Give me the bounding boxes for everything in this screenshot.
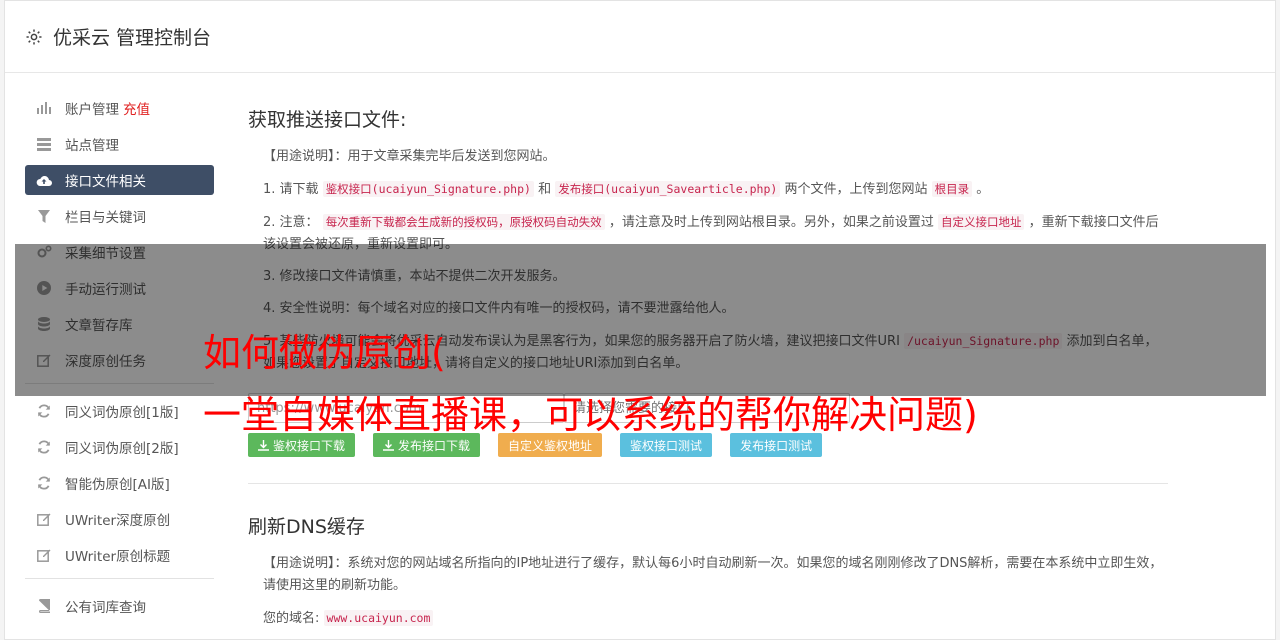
button-label: 鉴权接口下载 [273, 438, 346, 453]
step-text: 两个文件，上传到您网站 [784, 182, 928, 197]
bar-chart-icon [36, 100, 52, 116]
edit-icon [36, 547, 52, 563]
sidebar-item-synonym-v1[interactable]: 同义词伪原创[1版] [25, 396, 214, 426]
sidebar-divider [25, 578, 214, 579]
sidebar-item-label: 栏目与关键词 [65, 210, 146, 226]
section-divider [248, 483, 1168, 484]
sidebar-item-sites[interactable]: 站点管理 [25, 129, 214, 159]
step-text: 。 [976, 182, 990, 197]
usage-description: 【用途说明】：用于文章采集完毕后发送到您网站。 [263, 149, 556, 164]
button-label: 发布接口下载 [398, 438, 471, 453]
code-warning: 每次重新下载都会生成新的授权码，原授权码自动失效 [322, 214, 605, 230]
overlay-title-line1: 如何做伪原创( [203, 331, 446, 375]
domain-row: 您的域名: www.ucaiyun.com [248, 607, 1168, 630]
code-root-dir: 根目录 [931, 181, 973, 197]
download-icon [258, 439, 269, 451]
code-signature-file: 鉴权接口(ucaiyun_Signature.php) [322, 181, 534, 197]
sidebar-item-label: 同义词伪原创[1版] [65, 405, 179, 421]
sidebar-item-ai-pseudo-original[interactable]: 智能伪原创[AI版] [25, 468, 214, 498]
sidebar-item-label: UWriter原创标题 [65, 549, 171, 565]
book-icon [36, 598, 52, 614]
sidebar-item-label: UWriter深度原创 [65, 513, 171, 529]
edit-icon [36, 511, 52, 527]
step-text: 1. 请下载 [263, 182, 319, 197]
step-1: 1. 请下载 鉴权接口(ucaiyun_Signature.php) 和 发布接… [248, 178, 1168, 201]
code-publish-file: 发布接口(ucaiyun_Savearticle.php) [555, 181, 781, 197]
step-text: ，请注意及时上传到网站根目录。另外，如果之前设置过 [608, 215, 934, 230]
button-label: 发布接口测试 [740, 438, 813, 453]
server-icon [36, 136, 52, 152]
app-title: 优采云 管理控制台 [53, 27, 212, 49]
sidebar-item-uwriter-deep[interactable]: UWriter深度原创 [25, 504, 214, 534]
refresh-icon [36, 475, 52, 491]
download-icon [383, 439, 395, 451]
sidebar-item-label: 站点管理 [65, 138, 119, 154]
sidebar-item-interface-files[interactable]: 接口文件相关 [25, 165, 214, 195]
sidebar-item-label: 接口文件相关 [65, 174, 146, 190]
sidebar-item-label: 账户管理 [65, 102, 119, 118]
step-text: 和 [538, 182, 552, 197]
sidebar-item-synonym-v2[interactable]: 同义词伪原创[2版] [25, 432, 214, 462]
cloud-upload-icon [36, 172, 52, 188]
refresh-icon [36, 439, 52, 455]
sidebar-item-label: 同义词伪原创[2版] [65, 441, 179, 457]
sidebar-item-columns-keywords[interactable]: 栏目与关键词 [25, 201, 214, 231]
button-label: 鉴权接口测试 [630, 438, 703, 453]
header: 优采云 管理控制台 [5, 1, 1275, 73]
dns-usage-description: 【用途说明】：系统对您的网站域名所指向的IP地址进行了缓存，默认每6小时自动刷新… [263, 556, 1163, 593]
recharge-link[interactable]: 充值 [123, 98, 150, 118]
filter-icon [36, 208, 52, 224]
sidebar-item-uwriter-title[interactable]: UWriter原创标题 [25, 540, 214, 570]
sidebar-item-label: 公有词库查询 [65, 600, 146, 616]
domain-value: www.ucaiyun.com [323, 610, 434, 626]
domain-label: 您的域名: [263, 611, 320, 626]
sidebar-item-public-thesaurus[interactable]: 公有词库查询 [25, 591, 214, 621]
overlay-title-line2: 一堂自媒体直播课，可以系统的帮你解决问题) [203, 393, 978, 437]
sidebar-item-label: 智能伪原创[AI版] [65, 477, 170, 493]
step-text: 2. 注意： [263, 215, 319, 230]
code-custom-url: 自定义接口地址 [937, 214, 1025, 230]
section-title-dns: 刷新DNS缓存 [248, 516, 365, 538]
gear-icon [26, 29, 42, 44]
button-label: 自定义鉴权地址 [508, 438, 593, 453]
refresh-icon [36, 403, 52, 419]
sidebar-item-account[interactable]: 账户管理 充值 [25, 93, 214, 123]
section-title-interface-files: 获取推送接口文件: [248, 109, 407, 131]
